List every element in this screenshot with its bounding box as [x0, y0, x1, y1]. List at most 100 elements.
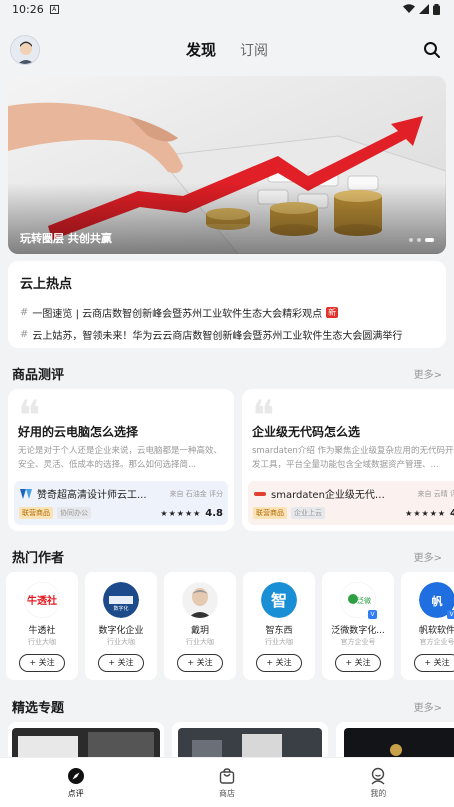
follow-button[interactable]: + 关注	[414, 654, 454, 672]
compass-icon	[67, 768, 84, 784]
nav-review[interactable]: 点评	[0, 758, 151, 807]
tab-discover[interactable]: 发现	[186, 39, 216, 60]
author-card[interactable]: 泛微 V 泛微数字化... 官方企业号 + 关注	[322, 572, 394, 680]
follow-button[interactable]: + 关注	[98, 654, 144, 672]
product-name: smardaten企业级无代码...	[271, 490, 393, 501]
author-name: 数字化企业	[98, 626, 144, 636]
author-card[interactable]: 数字化 数字化企业 行业大咖 + 关注	[85, 572, 157, 680]
reviews-header: 商品测评 更多>	[12, 364, 442, 383]
star-rating-icon: ★★★★★	[405, 508, 447, 518]
bag-icon	[219, 768, 235, 784]
author-role: 官方企业号	[340, 638, 376, 646]
carousel-dot	[417, 238, 421, 242]
author-avatar: 数字化	[103, 582, 139, 618]
product-box[interactable]: smardaten企业级无代码... 来自 云晴 评 联营商品 企业上云 ★★★…	[248, 481, 454, 525]
status-time: 10:26	[12, 2, 44, 16]
product-box[interactable]: 赞奇超高清设计师云工... 来自 石油金 评分 联营商品 协同办公 ★★★★★ …	[14, 481, 228, 525]
authors-carousel[interactable]: 牛透社 牛透社 行业大咖 + 关注 数字化 数字化企业 行业大咖 + 关注 戴玥…	[6, 572, 454, 680]
author-card[interactable]: 戴玥 行业大咖 + 关注	[164, 572, 236, 680]
banner-caption: 玩转圈层 共创共赢	[20, 232, 112, 245]
follow-button[interactable]: + 关注	[256, 654, 302, 672]
search-icon[interactable]	[422, 40, 442, 60]
rating-value: 4	[450, 507, 454, 519]
nav-mine[interactable]: 我的	[303, 758, 454, 807]
top-bar: 发现 订阅	[0, 18, 454, 80]
joint-product-tag: 联营商品	[253, 507, 287, 519]
author-role: 行业大咖	[265, 638, 293, 646]
author-avatar	[182, 582, 218, 618]
reviews-title: 商品测评	[12, 368, 65, 383]
authors-more-link[interactable]: 更多>	[414, 549, 442, 564]
nav-mine-label: 我的	[370, 789, 387, 798]
author-name: 牛透社	[28, 626, 56, 636]
follow-button[interactable]: + 关注	[177, 654, 223, 672]
hot-topic-item[interactable]: # 云上姑苏，智领未来！华为云云商店数智创新峰会暨苏州工业软件生态大会圆满举行	[20, 323, 434, 345]
topics-more-link[interactable]: 更多>	[414, 699, 442, 714]
status-bar: 10:26 A	[0, 0, 454, 18]
topics-header: 精选专题 更多>	[12, 697, 442, 716]
nav-review-label: 点评	[67, 789, 84, 798]
banner-carousel[interactable]: 玩转圈层 共创共赢	[8, 76, 446, 254]
rating-source: 来自 云晴 评	[417, 489, 454, 498]
avatar-icon	[11, 36, 39, 64]
verified-badge: V	[447, 610, 454, 619]
author-role: 行业大咖	[28, 638, 56, 646]
review-desc: smardaten介绍 作为聚焦企业级复杂应用的无代码开发工具，平台全量功能包含…	[252, 446, 454, 470]
product-logo-icon	[20, 488, 32, 499]
signal-icon	[419, 4, 429, 14]
author-card[interactable]: 智 智东西 行业大咖 + 关注	[243, 572, 315, 680]
product-logo-icon	[254, 491, 266, 496]
review-title: 企业级无代码怎么选	[252, 425, 361, 439]
review-title: 好用的云电脑怎么选择	[18, 425, 139, 439]
nav-store[interactable]: 商店	[151, 758, 302, 807]
review-card[interactable]: ❝ 好用的云电脑怎么选择 无论是对于个人还是企业来说，云电脑都是一种高效、安全、…	[8, 389, 234, 531]
topic-card[interactable]	[8, 722, 164, 762]
author-card[interactable]: 帆 V 帆软软件 官方企业号 + 关注	[401, 572, 454, 680]
tab-subscribe[interactable]: 订阅	[240, 40, 268, 60]
rating-value: 4.8	[205, 507, 223, 519]
author-avatar: 牛透社	[24, 582, 60, 618]
carousel-dot-active	[425, 238, 434, 242]
svg-text:帆: 帆	[432, 594, 443, 608]
authors-title: 热门作者	[12, 551, 65, 566]
topic-card[interactable]	[336, 722, 454, 762]
hot-topic-text: 云上姑苏，智领未来！华为云云商店数智创新峰会暨苏州工业软件生态大会圆满举行	[32, 330, 403, 342]
hash-icon: #	[20, 306, 29, 318]
category-tag: 协同办公	[57, 507, 91, 519]
svg-text:泛微: 泛微	[357, 596, 371, 605]
carousel-dot	[409, 238, 413, 242]
battery-icon	[433, 3, 440, 15]
author-card[interactable]: 牛透社 牛透社 行业大咖 + 关注	[6, 572, 78, 680]
svg-text:智: 智	[271, 591, 287, 610]
hash-icon: #	[20, 328, 29, 340]
user-icon	[371, 767, 385, 785]
profile-avatar[interactable]	[10, 35, 40, 65]
author-role: 行业大咖	[107, 638, 135, 646]
author-name: 戴玥	[190, 626, 209, 636]
authors-header: 热门作者 更多>	[12, 547, 442, 566]
verified-badge: V	[368, 610, 377, 619]
reviews-carousel[interactable]: ❝ 好用的云电脑怎么选择 无论是对于个人还是企业来说，云电脑都是一种高效、安全、…	[8, 389, 454, 531]
topic-card[interactable]	[172, 722, 328, 762]
reviews-more-link[interactable]: 更多>	[414, 366, 442, 381]
joint-product-tag: 联营商品	[19, 507, 53, 519]
svg-text:牛透社: 牛透社	[27, 594, 57, 607]
review-desc: 无论是对于个人还是企业来说，云电脑都是一种高效、安全、灵活、低成本的选择。那么如…	[18, 446, 223, 470]
topics-title: 精选专题	[12, 701, 65, 716]
hot-topics-card: 云上热点 # 一图速览 | 云商店数智创新峰会暨苏州工业软件生态大会精彩观点 新…	[8, 261, 446, 348]
product-name: 赞奇超高清设计师云工...	[37, 490, 147, 501]
review-card[interactable]: ❝ 企业级无代码怎么选 smardaten介绍 作为聚焦企业级复杂应用的无代码开…	[242, 389, 454, 531]
bottom-nav: 点评 商店 我的	[0, 757, 454, 807]
hot-topic-text: 一图速览 | 云商店数智创新峰会暨苏州工业软件生态大会精彩观点	[32, 308, 323, 320]
follow-button[interactable]: + 关注	[335, 654, 381, 672]
author-name: 泛微数字化...	[331, 626, 385, 636]
author-name: 帆软软件	[418, 626, 454, 636]
nav-store-label: 商店	[218, 789, 235, 798]
hot-topic-item[interactable]: # 一图速览 | 云商店数智创新峰会暨苏州工业软件生态大会精彩观点 新	[20, 301, 434, 323]
author-name: 智东西	[265, 626, 293, 636]
topics-carousel[interactable]	[8, 722, 454, 762]
follow-button[interactable]: + 关注	[19, 654, 65, 672]
category-tag: 企业上云	[291, 507, 325, 519]
hot-topics-title: 云上热点	[20, 277, 73, 292]
author-role: 官方企业号	[419, 638, 454, 646]
